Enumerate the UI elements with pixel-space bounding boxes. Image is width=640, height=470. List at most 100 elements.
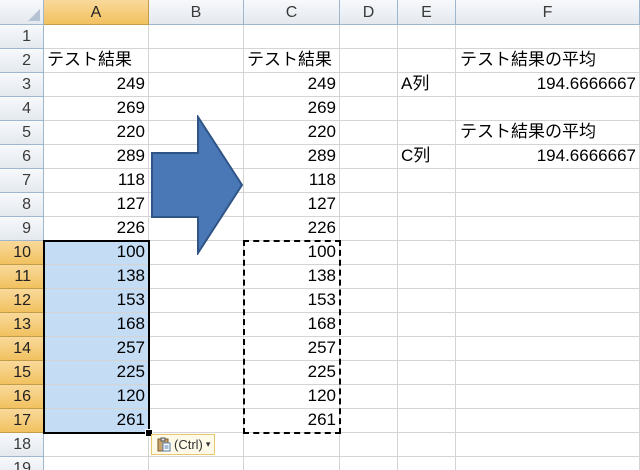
grid-cell[interactable] xyxy=(456,457,640,470)
row-header-6[interactable]: 6 xyxy=(0,145,44,169)
grid-cell[interactable] xyxy=(398,121,456,145)
row-header-14[interactable]: 14 xyxy=(0,337,44,361)
grid-cell[interactable] xyxy=(340,289,398,313)
column-a-value-cell[interactable]: 118 xyxy=(44,169,149,193)
grid-cell[interactable] xyxy=(244,433,340,457)
row-header-11[interactable]: 11 xyxy=(0,265,44,289)
grid-cell[interactable] xyxy=(456,409,640,433)
column-a-value-cell[interactable]: 153 xyxy=(44,289,149,313)
column-a-value-cell[interactable]: 249 xyxy=(44,73,149,97)
grid-cell[interactable] xyxy=(149,73,244,97)
column-c-value-cell[interactable]: 127 xyxy=(244,193,340,217)
grid-cell[interactable] xyxy=(456,217,640,241)
column-c-value-cell[interactable]: 257 xyxy=(244,337,340,361)
grid-cell[interactable] xyxy=(340,145,398,169)
grid-cell[interactable] xyxy=(456,97,640,121)
grid-cell[interactable] xyxy=(398,265,456,289)
column-a-value-cell[interactable]: 257 xyxy=(44,337,149,361)
grid-cell[interactable] xyxy=(340,97,398,121)
grid-cell[interactable] xyxy=(398,409,456,433)
column-c-value-cell[interactable]: 220 xyxy=(244,121,340,145)
grid-cell[interactable] xyxy=(149,385,244,409)
grid-cell[interactable] xyxy=(456,169,640,193)
grid-cell[interactable] xyxy=(340,313,398,337)
column-a-value-cell[interactable]: 261 xyxy=(44,409,149,433)
column-a-value-cell[interactable]: 226 xyxy=(44,217,149,241)
grid-cell[interactable] xyxy=(244,457,340,470)
grid-cell[interactable] xyxy=(398,193,456,217)
average-c-label-cell[interactable]: C列 xyxy=(398,145,456,169)
grid-cell[interactable] xyxy=(398,313,456,337)
grid-cell[interactable] xyxy=(340,337,398,361)
grid-cell[interactable] xyxy=(44,25,149,49)
column-a-value-cell[interactable]: 168 xyxy=(44,313,149,337)
column-c-value-cell[interactable]: 120 xyxy=(244,385,340,409)
column-c-value-cell[interactable]: 226 xyxy=(244,217,340,241)
column-c-value-cell[interactable]: 225 xyxy=(244,361,340,385)
row-header-4[interactable]: 4 xyxy=(0,97,44,121)
row-header-13[interactable]: 13 xyxy=(0,313,44,337)
column-header-c[interactable]: C xyxy=(244,0,340,25)
grid-cell[interactable] xyxy=(398,385,456,409)
grid-cell[interactable] xyxy=(149,409,244,433)
grid-cell[interactable] xyxy=(149,337,244,361)
column-c-value-cell[interactable]: 138 xyxy=(244,265,340,289)
grid-cell[interactable] xyxy=(398,337,456,361)
column-header-d[interactable]: D xyxy=(340,0,398,25)
column-c-header-cell[interactable]: テスト結果 xyxy=(244,49,340,73)
row-header-19[interactable]: 19 xyxy=(0,457,44,470)
row-header-5[interactable]: 5 xyxy=(0,121,44,145)
grid-cell[interactable] xyxy=(456,337,640,361)
grid-cell[interactable] xyxy=(149,25,244,49)
row-header-18[interactable]: 18 xyxy=(0,433,44,457)
column-c-value-cell[interactable]: 289 xyxy=(244,145,340,169)
grid-cell[interactable] xyxy=(398,433,456,457)
column-a-value-cell[interactable]: 289 xyxy=(44,145,149,169)
select-all-corner[interactable] xyxy=(0,0,44,25)
column-a-value-cell[interactable]: 269 xyxy=(44,97,149,121)
grid-cell[interactable] xyxy=(456,265,640,289)
column-c-value-cell[interactable]: 118 xyxy=(244,169,340,193)
grid-cell[interactable] xyxy=(340,241,398,265)
column-a-value-cell[interactable]: 100 xyxy=(44,241,149,265)
column-c-value-cell[interactable]: 153 xyxy=(244,289,340,313)
grid-cell[interactable] xyxy=(340,457,398,470)
grid-cell[interactable] xyxy=(340,169,398,193)
row-header-16[interactable]: 16 xyxy=(0,385,44,409)
grid-cell[interactable] xyxy=(44,457,149,470)
grid-cell[interactable] xyxy=(398,25,456,49)
grid-cell[interactable] xyxy=(456,433,640,457)
column-c-value-cell[interactable]: 249 xyxy=(244,73,340,97)
grid-cell[interactable] xyxy=(340,193,398,217)
average-c-title-cell[interactable]: テスト結果の平均 xyxy=(456,121,640,145)
column-c-value-cell[interactable]: 168 xyxy=(244,313,340,337)
spreadsheet[interactable]: A B C D E F 1 2 テスト結果 テスト結果 テスト結果の平均 3 249 249 A列 194.6… xyxy=(0,0,640,470)
grid-cell[interactable] xyxy=(244,25,340,49)
grid-cell[interactable] xyxy=(456,241,640,265)
column-header-f[interactable]: F xyxy=(456,0,640,25)
paste-options-button[interactable]: (Ctrl) ▾ xyxy=(151,434,216,455)
grid-cell[interactable] xyxy=(149,49,244,73)
grid-cell[interactable] xyxy=(398,97,456,121)
grid-cell[interactable] xyxy=(398,169,456,193)
column-header-b[interactable]: B xyxy=(149,0,244,25)
row-header-2[interactable]: 2 xyxy=(0,49,44,73)
row-header-3[interactable]: 3 xyxy=(0,73,44,97)
average-a-label-cell[interactable]: A列 xyxy=(398,73,456,97)
grid-cell[interactable] xyxy=(398,289,456,313)
grid-cell[interactable] xyxy=(456,361,640,385)
column-a-value-cell[interactable]: 220 xyxy=(44,121,149,145)
grid-cell[interactable] xyxy=(340,73,398,97)
row-header-12[interactable]: 12 xyxy=(0,289,44,313)
grid-cell[interactable] xyxy=(340,433,398,457)
grid-cell[interactable] xyxy=(149,265,244,289)
row-header-9[interactable]: 9 xyxy=(0,217,44,241)
column-header-e[interactable]: E xyxy=(398,0,456,25)
grid-cell[interactable] xyxy=(456,385,640,409)
column-a-value-cell[interactable]: 225 xyxy=(44,361,149,385)
grid-cell[interactable] xyxy=(340,361,398,385)
grid-cell[interactable] xyxy=(398,241,456,265)
grid-cell[interactable] xyxy=(456,313,640,337)
grid-cell[interactable] xyxy=(44,433,149,457)
column-c-value-cell[interactable]: 269 xyxy=(244,97,340,121)
